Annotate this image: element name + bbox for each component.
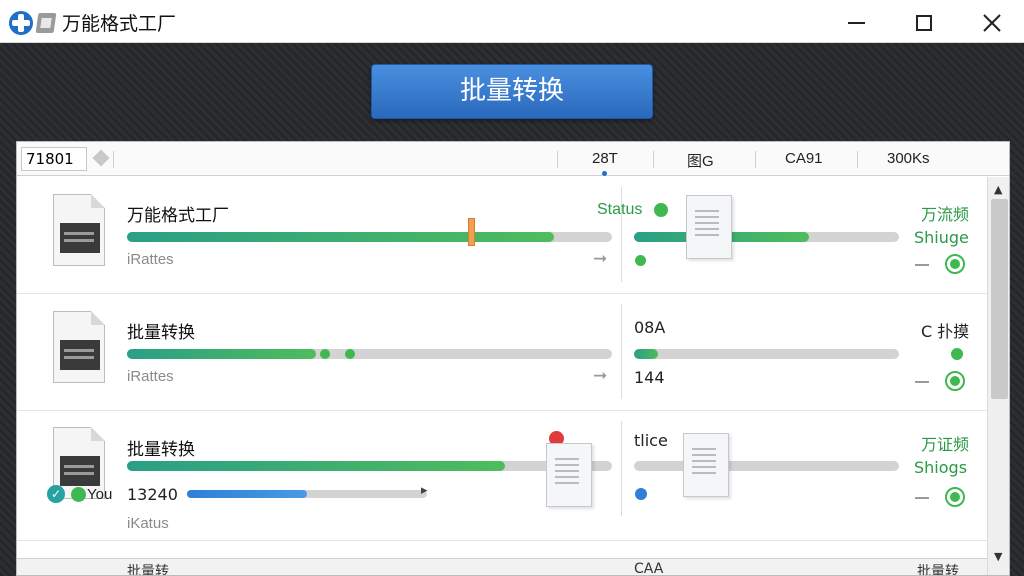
progress-fill <box>127 461 506 471</box>
maximize-icon <box>916 14 932 31</box>
check-icon[interactable]: ✓ <box>47 485 65 503</box>
progress-bar-output <box>634 349 899 359</box>
file-icon <box>53 194 105 266</box>
done-icon[interactable] <box>945 371 965 391</box>
list-item[interactable]: 万能格式工厂 iRattes ➞ Status 万流频 Shiuge <box>17 177 987 294</box>
progress-fill <box>127 232 554 242</box>
file-sub-label: iRattes <box>127 368 174 385</box>
header-divider <box>653 151 654 168</box>
progress-bar-output <box>634 461 899 471</box>
status-dot <box>71 487 86 502</box>
output-format-label: C 扑摸 <box>921 322 970 341</box>
column-divider <box>621 304 622 399</box>
column-divider <box>621 421 622 516</box>
marker-dot <box>345 349 355 359</box>
dash-icon <box>915 264 929 266</box>
file-size: 13240 <box>127 485 178 504</box>
file-name: 批量转换 <box>127 323 195 343</box>
status-dot <box>654 203 668 217</box>
scroll-up-icon[interactable]: ▲ <box>994 183 1002 196</box>
header-divider <box>755 151 756 168</box>
arrow-right-icon: ➞ <box>593 249 608 269</box>
file-sub-label: iRattes <box>127 251 174 268</box>
header-input[interactable]: 71801 <box>21 147 87 171</box>
doc-icon <box>686 195 732 259</box>
header-divider <box>113 151 114 168</box>
minimize-icon <box>847 21 865 24</box>
scroll-thumb[interactable] <box>991 199 1008 399</box>
dash-icon <box>915 381 929 383</box>
scrollbar[interactable]: ▲ ▼ <box>987 177 1009 575</box>
close-icon <box>983 13 1001 32</box>
doc-icon <box>546 443 592 507</box>
header-col-2[interactable]: 图G <box>687 150 714 171</box>
file-name: 万能格式工厂 <box>127 206 229 226</box>
file-sub-label: iKatus <box>127 515 169 532</box>
dash-icon <box>915 497 929 499</box>
progress-fill <box>127 349 317 359</box>
progress-bar <box>127 232 612 242</box>
marker-dot <box>320 349 330 359</box>
badge-label: You <box>87 486 113 503</box>
batch-convert-button[interactable]: 批量转换 <box>371 64 653 119</box>
progress-bar-output <box>634 232 899 242</box>
output-option-label: Shiogs <box>914 458 968 477</box>
app-secondary-icon <box>35 13 57 33</box>
done-icon[interactable] <box>945 487 965 507</box>
window-title: 万能格式工厂 <box>62 13 177 35</box>
header-col-3[interactable]: CA91 <box>785 150 823 167</box>
progress-bar <box>127 461 612 471</box>
app-logo-icon <box>9 11 33 35</box>
header-divider <box>557 151 558 168</box>
output-value: tlice <box>634 431 668 450</box>
arrow-right-icon: ▸ <box>421 483 428 498</box>
output-sub-value: 144 <box>634 368 665 387</box>
file-list-panel: 71801 28T 图G CA91 300Ks 万能格式工厂 iRattes ➞… <box>16 141 1010 576</box>
status-dot <box>951 348 963 360</box>
header-col-4[interactable]: 300Ks <box>887 150 930 167</box>
list-item[interactable]: 批量转 CAA 批量转 <box>17 558 987 576</box>
progress-bar-secondary <box>187 490 427 498</box>
doc-icon <box>683 433 729 497</box>
status-dot <box>635 255 646 266</box>
header-indicator-dot <box>602 171 607 176</box>
file-icon <box>53 311 105 383</box>
progress-fill <box>634 349 658 359</box>
title-bar: 万能格式工厂 <box>0 0 1024 43</box>
progress-bar <box>127 349 612 359</box>
output-format-label: 万流频 <box>921 205 970 224</box>
arrow-right-icon: ➞ <box>593 366 608 386</box>
maximize-button[interactable] <box>890 0 958 43</box>
header-col-1[interactable]: 28T <box>592 150 618 167</box>
header-divider <box>857 151 858 168</box>
file-name: 批量转 <box>127 564 169 576</box>
progress-fill <box>187 490 307 498</box>
list-header: 71801 28T 图G CA91 300Ks <box>17 142 1009 176</box>
progress-handle[interactable] <box>468 218 475 246</box>
file-name: 批量转换 <box>127 440 195 460</box>
status-dot <box>635 488 647 500</box>
diamond-icon[interactable] <box>92 149 110 167</box>
output-format-label: 万证频 <box>921 435 970 454</box>
output-option-label: Shiuge <box>914 228 969 247</box>
output-value: 08A <box>634 318 666 337</box>
scroll-down-icon[interactable]: ▼ <box>994 550 1002 563</box>
list-item[interactable]: 批量转换 iRattes ➞ 08A 144 C 扑摸 <box>17 294 987 411</box>
output-format-label: 批量转 <box>917 564 959 576</box>
close-button[interactable] <box>958 0 1024 43</box>
status-label: Status <box>597 201 643 218</box>
output-value: CAA <box>634 561 664 576</box>
list-item[interactable]: ✓ You 批量转换 13240 ▸ iKatus tlice 万证频 Shio… <box>17 411 987 541</box>
minimize-button[interactable] <box>822 0 890 43</box>
done-icon[interactable] <box>945 254 965 274</box>
